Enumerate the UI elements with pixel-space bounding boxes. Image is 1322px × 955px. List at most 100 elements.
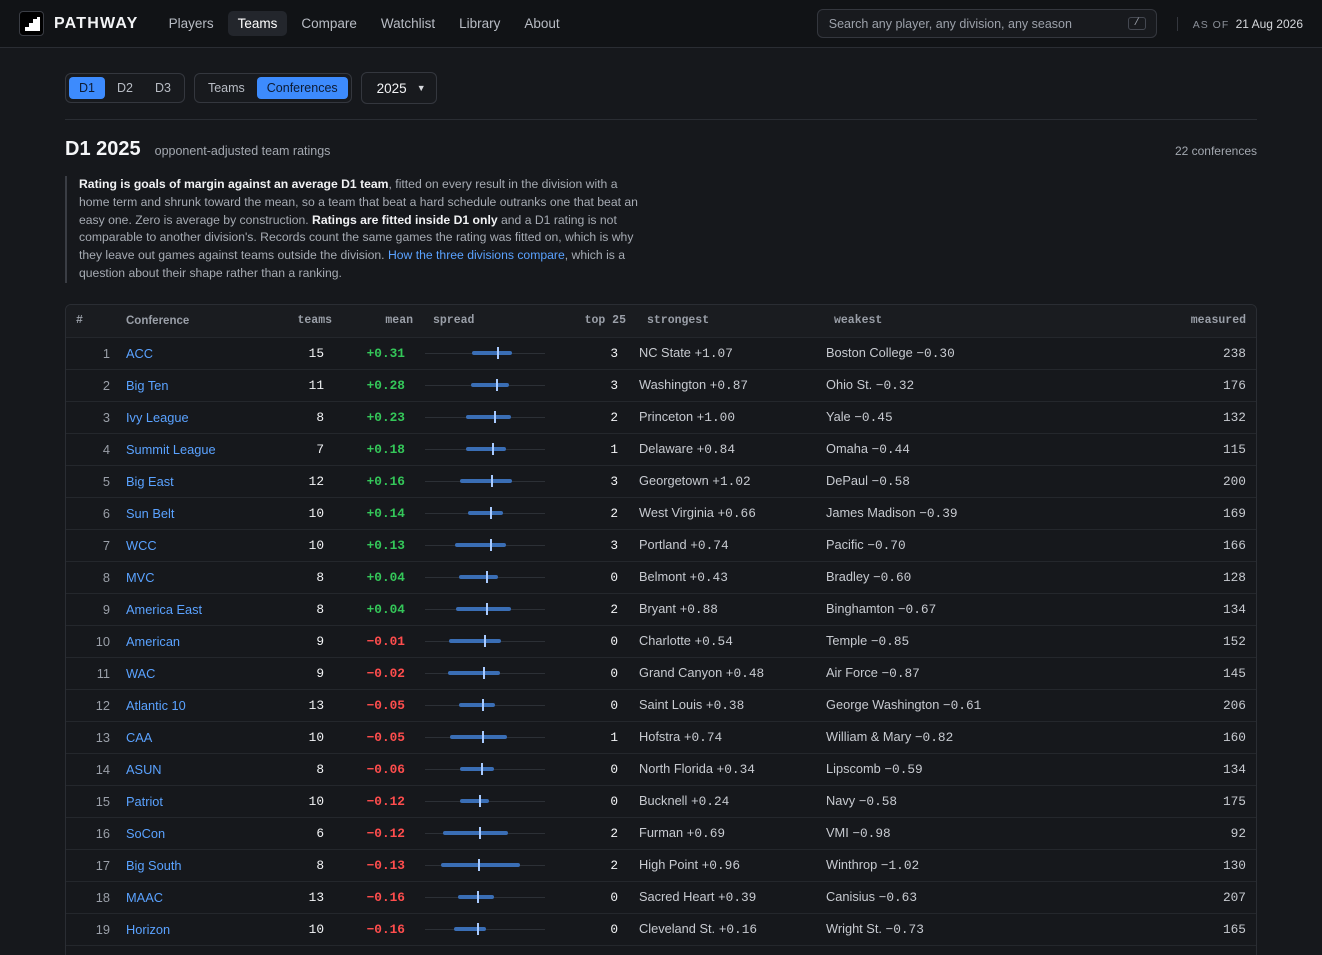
conference-link[interactable]: Patriot xyxy=(126,794,163,809)
strongest-cell: Bryant +0.88 xyxy=(618,601,826,617)
table-row[interactable]: 1 ACC 15 +0.31 3 NC State +1.07 Boston College… xyxy=(66,336,1256,369)
conference-link[interactable]: Atlantic 10 xyxy=(126,698,186,713)
conference-link[interactable]: WAC xyxy=(126,666,155,681)
page-heading: D1 2025 opponent-adjusted team ratings 2… xyxy=(65,138,1257,161)
conference-link[interactable]: WCC xyxy=(126,538,157,553)
spread-cell xyxy=(425,370,565,401)
nav-item-teams[interactable]: Teams xyxy=(227,11,288,36)
note-bold-2: Ratings are fitted inside D1 only xyxy=(312,212,498,227)
spread-bar xyxy=(447,671,500,676)
table-row[interactable]: 11 WAC 9 −0.02 0 Grand Canyon +0.48 Air Force … xyxy=(66,656,1256,689)
conference-table: # Conference teams mean spread top 25 st… xyxy=(65,303,1257,955)
weakest-cell: Ohio St. −0.32 xyxy=(826,377,1056,393)
table-row[interactable]: 18 MAAC 13 −0.16 0 Sacred Heart +0.39 Canisius… xyxy=(66,880,1256,913)
rank-cell: 15 xyxy=(95,793,110,809)
strongest-team: Grand Canyon xyxy=(639,665,723,681)
mean-cell: −0.16 xyxy=(366,889,405,905)
header-rank[interactable]: # xyxy=(76,314,94,327)
rank-cell: 7 xyxy=(102,537,110,553)
nav-item-library[interactable]: Library xyxy=(449,11,510,36)
strongest-cell: Georgetown +1.02 xyxy=(618,473,826,489)
nav-item-watchlist[interactable]: Watchlist xyxy=(371,11,445,36)
table-row[interactable]: 9 America East 8 +0.04 2 Bryant +0.88 Binghamt… xyxy=(66,592,1256,625)
table-row[interactable]: 19 Horizon 10 −0.16 0 Cleveland St. +0.16 Wrig… xyxy=(66,912,1256,945)
chevron-down-icon: ▼ xyxy=(416,83,426,93)
strongest-rating: +0.74 xyxy=(690,538,729,554)
header-mean[interactable]: mean xyxy=(332,314,413,327)
division-tab-d2[interactable]: D2 xyxy=(107,77,143,99)
rank-cell: 6 xyxy=(102,505,110,521)
table-row[interactable]: 17 Big South 8 −0.13 2 High Point +0.96 Winthr… xyxy=(66,848,1256,881)
header-weakest[interactable]: weakest xyxy=(834,314,1064,327)
season-select[interactable]: 2025 ▼ xyxy=(360,72,437,104)
conference-link[interactable]: ACC xyxy=(126,346,153,361)
header-conference[interactable]: Conference xyxy=(110,315,310,327)
conference-link[interactable]: Big Ten xyxy=(126,378,168,393)
spread-bar xyxy=(466,447,507,452)
table-row[interactable]: 14 ASUN 8 −0.06 0 North Florida +0.34 Lipscomb… xyxy=(66,752,1256,785)
table-row[interactable]: 8 MVC 8 +0.04 0 Belmont +0.43 Bradley −0.60 128 xyxy=(66,560,1256,593)
top25-cell: 3 xyxy=(610,473,618,489)
spread-cell xyxy=(425,402,565,433)
division-tab-d3[interactable]: D3 xyxy=(145,77,181,99)
conference-link[interactable]: Summit League xyxy=(126,442,216,457)
rank-cell: 5 xyxy=(102,473,110,489)
spread-mean-tick xyxy=(490,507,492,520)
table-row[interactable]: 6 Sun Belt 10 +0.14 2 West Virginia +0.66 Jame… xyxy=(66,496,1256,529)
nav-item-compare[interactable]: Compare xyxy=(291,11,367,36)
nav-item-players[interactable]: Players xyxy=(159,11,224,36)
strongest-cell: Delaware +0.84 xyxy=(618,441,826,457)
top25-cell: 0 xyxy=(610,697,618,713)
header-measured[interactable]: measured xyxy=(1064,314,1256,327)
conference-link[interactable]: America East xyxy=(126,602,202,617)
table-row[interactable]: 2 Big Ten 11 +0.28 3 Washington +0.87 Ohio St.… xyxy=(66,368,1256,401)
conference-link[interactable]: American xyxy=(126,634,180,649)
strongest-cell: Washington +0.87 xyxy=(618,377,826,393)
view-tab-conferences[interactable]: Conferences xyxy=(256,77,348,99)
conference-link[interactable]: ASUN xyxy=(126,762,162,777)
conference-link[interactable]: Big South xyxy=(126,858,182,873)
division-tab-d1[interactable]: D1 xyxy=(69,77,105,99)
strongest-team: Sacred Heart xyxy=(639,889,715,905)
header-spread[interactable]: spread xyxy=(433,305,573,337)
weakest-team: Bradley xyxy=(826,569,870,585)
weakest-cell: Navy −0.58 xyxy=(826,793,1056,809)
table-row[interactable]: 16 SoCon 6 −0.12 2 Furman +0.69 VMI −0.98 92 xyxy=(66,816,1256,849)
weakest-rating: −0.30 xyxy=(916,346,955,362)
teams-cell: 10 xyxy=(308,793,324,809)
nav-item-about[interactable]: About xyxy=(514,11,569,36)
strongest-cell: Hofstra +0.74 xyxy=(618,729,826,745)
table-row[interactable]: 4 Summit League 7 +0.18 1 Delaware +0.84 Omaha… xyxy=(66,432,1256,465)
conference-link[interactable]: Ivy League xyxy=(126,410,189,425)
conference-link[interactable]: Horizon xyxy=(126,922,170,937)
search-box[interactable]: / xyxy=(816,9,1157,38)
mean-cell: +0.14 xyxy=(366,505,405,521)
conference-link[interactable]: Sun Belt xyxy=(126,506,174,521)
table-row[interactable]: 20OVC8−0.171Lindenwood +0.64Southern Ind… xyxy=(66,944,1256,955)
conference-link[interactable]: SoCon xyxy=(126,826,165,841)
table-row[interactable]: 5 Big East 12 +0.16 3 Georgetown +1.02 DePaul … xyxy=(66,464,1256,497)
weakest-cell: Wright St. −0.73 xyxy=(826,921,1056,937)
brand-logo[interactable]: PATHWAY xyxy=(19,11,139,36)
strongest-team: Belmont xyxy=(639,569,686,585)
divisions-compare-link[interactable]: How the three divisions compare xyxy=(388,248,565,262)
table-row[interactable]: 3 Ivy League 8 +0.23 2 Princeton +1.00 Yale −0… xyxy=(66,400,1256,433)
conference-link[interactable]: MVC xyxy=(126,570,154,585)
table-row[interactable]: 10 American 9 −0.01 0 Charlotte +0.54 Temple −… xyxy=(66,624,1256,657)
header-teams[interactable]: teams xyxy=(292,314,332,327)
header-strongest[interactable]: strongest xyxy=(626,314,834,327)
conference-link[interactable]: Big East xyxy=(126,474,174,489)
spread-bar xyxy=(441,863,521,868)
table-row[interactable]: 12 Atlantic 10 13 −0.05 0 Saint Louis +0.38 Ge… xyxy=(66,688,1256,721)
search-input[interactable] xyxy=(828,16,1128,31)
table-row[interactable]: 13 CAA 10 −0.05 1 Hofstra +0.74 William & Mary… xyxy=(66,720,1256,753)
header-top25[interactable]: top 25 xyxy=(573,314,626,327)
conference-link[interactable]: MAAC xyxy=(126,890,163,905)
measured-cell: 132 xyxy=(1222,409,1246,425)
view-tab-teams[interactable]: Teams xyxy=(198,77,255,99)
table-row[interactable]: 7 WCC 10 +0.13 3 Portland +0.74 Pacific −0.70 1… xyxy=(66,528,1256,561)
conference-link[interactable]: CAA xyxy=(126,730,152,745)
spread-mean-tick xyxy=(477,891,480,904)
strongest-cell: High Point +0.96 xyxy=(618,857,826,873)
table-row[interactable]: 15 Patriot 10 −0.12 0 Bucknell +0.24 Navy −0.5… xyxy=(66,784,1256,817)
